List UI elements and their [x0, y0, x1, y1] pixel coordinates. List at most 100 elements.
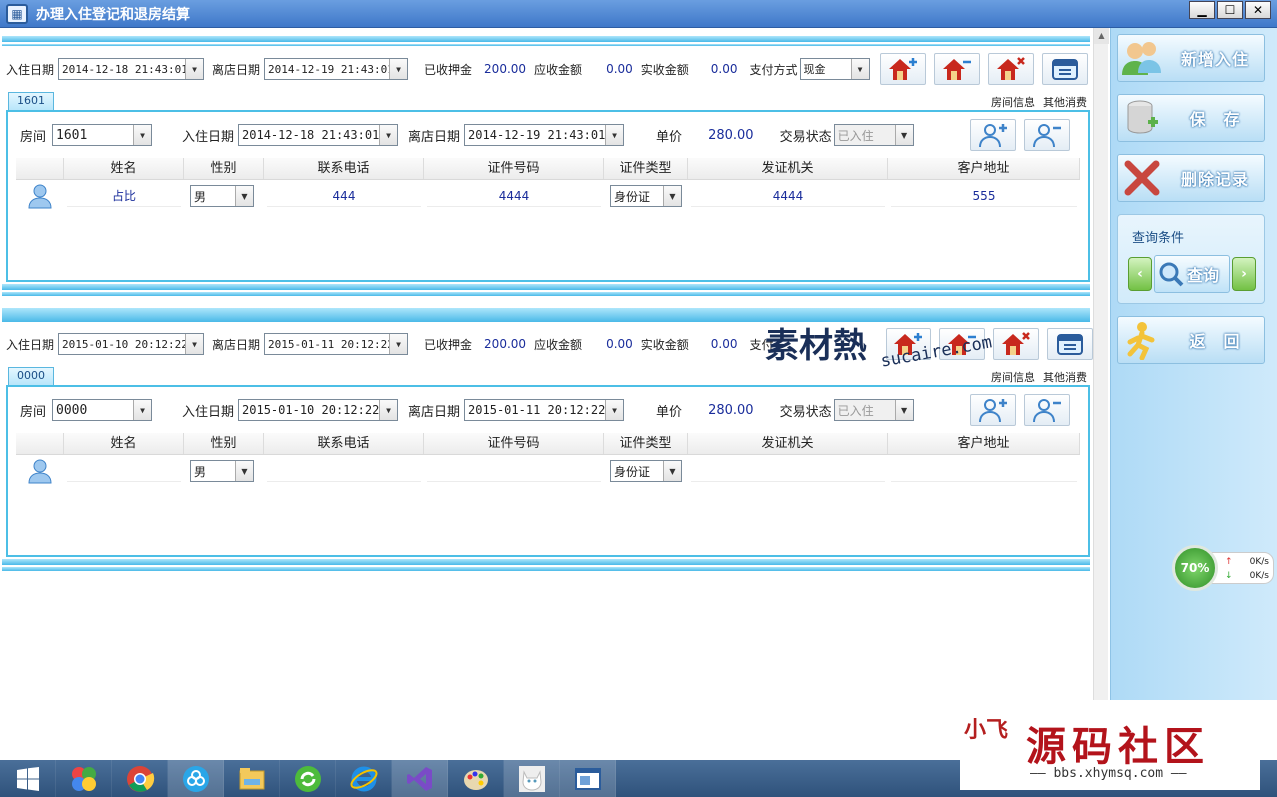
grid-header-address: 客户地址 [888, 158, 1080, 179]
previous-arrow-icon[interactable]: ‹ [1128, 257, 1152, 291]
checkout-date-picker[interactable]: 2014-12-19 21:43:01 ▼ [264, 58, 409, 80]
grid-header-phone: 联系电话 [264, 433, 424, 454]
checkout-settle-button[interactable] [1047, 328, 1093, 360]
id-type-value: 身份证 [614, 464, 651, 479]
cat-avatar-icon[interactable] [504, 760, 560, 797]
chevron-down-icon[interactable]: ▼ [235, 461, 253, 481]
section-band [2, 284, 1090, 290]
table-row[interactable]: 男 ▼ 身份证 ▼ [16, 455, 1080, 487]
room-label: 房间 [20, 404, 47, 420]
green-refresh-icon[interactable] [280, 760, 336, 797]
guest-phone-cell[interactable]: 444 [267, 185, 421, 207]
chevron-down-icon[interactable]: ▼ [605, 125, 624, 145]
room-checkin-picker[interactable]: 2014-12-18 21:43:01 ▼ [238, 124, 399, 146]
checkin-date-label: 入住日期 [6, 337, 55, 352]
other-consumption-link[interactable]: 其他消费 [1043, 94, 1087, 110]
chevron-down-icon[interactable]: ▼ [379, 125, 398, 145]
guest-name-cell[interactable] [67, 460, 181, 482]
chevron-down-icon[interactable]: ▼ [605, 400, 624, 420]
chevron-down-icon[interactable]: ▼ [389, 334, 408, 354]
section-band [2, 36, 1090, 42]
room-info-link[interactable]: 房间信息 [991, 94, 1035, 110]
maximize-button[interactable]: ☐ [1217, 1, 1243, 19]
new-checkin-button[interactable]: 新增入住 [1117, 34, 1265, 82]
add-room-button[interactable] [879, 53, 926, 85]
internet-explorer-icon[interactable] [336, 760, 392, 797]
tab-room[interactable]: 0000 [8, 367, 54, 385]
room-value: 1601 [56, 127, 88, 143]
id-type-select[interactable]: 身份证 ▼ [610, 185, 682, 207]
checkin-date-picker[interactable]: 2014-12-18 21:43:01 ▼ [58, 58, 205, 80]
close-button[interactable]: ✕ [1245, 1, 1271, 19]
remove-guest-button[interactable] [1023, 119, 1070, 151]
color-balls-icon[interactable] [56, 760, 112, 797]
guest-address-cell[interactable] [891, 460, 1077, 482]
other-consumption-link[interactable]: 其他消费 [1043, 369, 1087, 385]
remove-room-button[interactable] [933, 53, 980, 85]
user-remove-icon [1032, 399, 1061, 423]
back-button[interactable]: 返 回 [1117, 316, 1265, 364]
room-select[interactable]: 0000 ▼ [52, 399, 153, 421]
user-icon [28, 184, 52, 209]
remove-guest-button[interactable] [1023, 394, 1070, 426]
room-select[interactable]: 1601 ▼ [52, 124, 153, 146]
guest-authority-cell[interactable] [691, 460, 885, 482]
delete-room-button[interactable] [987, 53, 1034, 85]
table-row[interactable]: 占比 男 ▼ 444 4444 身份证 ▼ 4444 555 [16, 180, 1080, 212]
scroll-up-arrow-icon[interactable]: ▲ [1094, 28, 1109, 44]
next-arrow-icon[interactable]: › [1232, 257, 1256, 291]
file-explorer-icon[interactable] [224, 760, 280, 797]
id-type-select[interactable]: 身份证 ▼ [610, 460, 682, 482]
chevron-down-icon[interactable]: ▼ [379, 400, 398, 420]
chevron-down-icon[interactable]: ▼ [185, 59, 204, 79]
guest-id-number-cell[interactable] [427, 460, 601, 482]
checkout-settle-button[interactable] [1041, 53, 1088, 85]
trade-status-select: 已入住 ▼ [833, 399, 914, 421]
windows-start-icon[interactable] [0, 760, 56, 797]
query-button[interactable]: 查询 [1154, 255, 1230, 293]
guest-grid-header: 姓名 性别 联系电话 证件号码 证件类型 发证机关 客户地址 [16, 433, 1080, 455]
chevron-down-icon[interactable]: ▼ [133, 400, 152, 420]
chrome-icon[interactable] [112, 760, 168, 797]
cloud-icon[interactable] [168, 760, 224, 797]
tab-room[interactable]: 1601 [8, 92, 54, 110]
payment-method-select[interactable]: 现金 ▼ [799, 58, 870, 80]
guest-address-cell[interactable]: 555 [891, 185, 1077, 207]
deposit-value: 200.00 [484, 337, 527, 351]
back-label: 返 回 [1189, 332, 1241, 351]
room-checkout-picker[interactable]: 2015-01-11 20:12:22 ▼ [464, 399, 625, 421]
vertical-scrollbar[interactable]: ▲ [1093, 28, 1109, 700]
guest-phone-cell[interactable] [267, 460, 421, 482]
chevron-down-icon[interactable]: ▼ [389, 59, 408, 79]
chevron-down-icon[interactable]: ▼ [663, 186, 681, 206]
checkin-date-picker[interactable]: 2015-01-10 20:12:22 ▼ [58, 333, 205, 355]
visual-studio-icon[interactable] [392, 760, 448, 797]
minimize-button[interactable]: ▁ [1189, 1, 1215, 19]
gender-select[interactable]: 男 ▼ [190, 460, 254, 482]
paint-palette-icon[interactable] [448, 760, 504, 797]
chevron-down-icon[interactable]: ▼ [235, 186, 253, 206]
app-window-icon[interactable] [560, 760, 616, 797]
add-guest-button[interactable] [969, 394, 1016, 426]
chevron-down-icon[interactable]: ▼ [185, 334, 204, 354]
room-checkin-picker[interactable]: 2015-01-10 20:12:22 ▼ [238, 399, 399, 421]
section-band [2, 559, 1090, 565]
guest-id-number-cell[interactable]: 4444 [427, 185, 601, 207]
add-guest-button[interactable] [969, 119, 1016, 151]
gender-select[interactable]: 男 ▼ [190, 185, 254, 207]
chevron-down-icon[interactable]: ▼ [850, 59, 869, 79]
save-button[interactable]: 保 存 [1117, 94, 1265, 142]
users-icon [1118, 35, 1166, 81]
guest-name-cell[interactable]: 占比 [67, 185, 181, 207]
guest-authority-cell[interactable]: 4444 [691, 185, 885, 207]
deposit-label: 已收押金 [424, 337, 473, 352]
chevron-down-icon[interactable]: ▼ [133, 125, 152, 145]
delete-record-button[interactable]: 删除记录 [1117, 154, 1265, 202]
room-checkout-picker[interactable]: 2014-12-19 21:43:01 ▼ [464, 124, 625, 146]
deposit-value: 200.00 [484, 62, 527, 76]
checkout-date-picker[interactable]: 2015-01-11 20:12:22 ▼ [264, 333, 409, 355]
chevron-down-icon[interactable]: ▼ [663, 461, 681, 481]
grid-header-id-number: 证件号码 [424, 433, 604, 454]
network-speed-widget[interactable]: ↑ 0K/s ↓ 0K/s 70% [1172, 545, 1277, 591]
tab-links: 房间信息 其他消费 [991, 94, 1087, 110]
